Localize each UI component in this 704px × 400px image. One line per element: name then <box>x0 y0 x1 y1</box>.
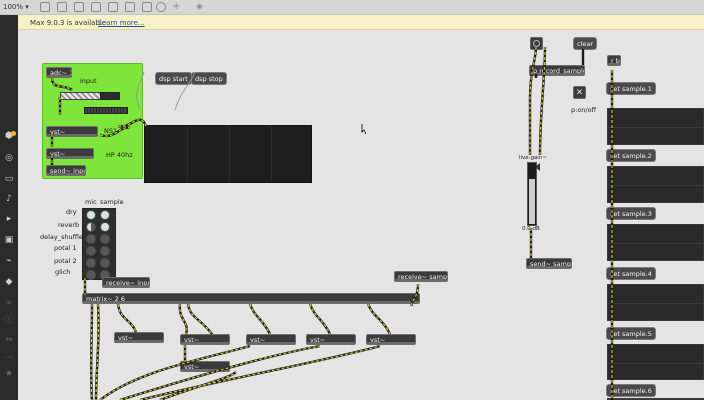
sample-header: sample <box>100 198 124 206</box>
row-label-dry: dry <box>66 208 77 216</box>
receive-sample-object[interactable]: receive~ sample <box>394 271 448 282</box>
dsp-start-button[interactable]: dsp start <box>155 72 192 85</box>
info-icon[interactable]: ⓘ <box>4 316 14 326</box>
matrix-cell[interactable] <box>86 222 96 232</box>
vst-ns1-object[interactable]: vst~ <box>46 126 98 137</box>
message-icon[interactable] <box>108 2 118 12</box>
set-sample-6-button[interactable]: set sample.6 <box>606 384 656 397</box>
vst-object-3[interactable]: vst~ <box>246 334 296 345</box>
matrix-cell[interactable] <box>100 258 110 268</box>
row-label-potal-1: potal 1 <box>54 244 77 252</box>
gain-readout: 0.0 dB <box>522 226 540 232</box>
image-icon[interactable]: ▣ <box>4 235 14 245</box>
matrix-cell[interactable] <box>100 210 110 220</box>
input-label: input <box>80 77 97 85</box>
input-level-meter <box>100 92 120 100</box>
bang-button[interactable] <box>530 37 543 50</box>
spectrum-scope <box>144 125 312 183</box>
dots-icon[interactable]: ⋯ <box>4 353 14 363</box>
vst-hp-object[interactable]: vst~ <box>46 148 94 159</box>
slider-icon[interactable] <box>142 2 152 12</box>
clear-button[interactable]: clear <box>573 37 598 50</box>
vst-object-4[interactable]: vst~ <box>306 334 356 345</box>
update-notice-text: Max 9.0.3 is available <box>30 19 107 27</box>
buffer-display-5[interactable] <box>607 344 704 380</box>
gain-pointer-icon <box>535 163 540 171</box>
toggle-icon[interactable] <box>125 2 135 12</box>
row-label-potal-2: potal 2 <box>54 257 77 265</box>
lock-icon[interactable] <box>40 2 50 12</box>
new-object-icon[interactable] <box>91 2 101 12</box>
set-sample-1-button[interactable]: set sample.1 <box>606 82 656 95</box>
input-gain-slider[interactable] <box>60 92 102 100</box>
vst-object-1[interactable]: vst~ <box>114 332 164 343</box>
star-icon[interactable]: ★ <box>4 369 14 379</box>
matrix-cell[interactable] <box>86 210 96 220</box>
buffer-display-3[interactable] <box>607 224 704 261</box>
matrix-cell[interactable] <box>100 246 110 256</box>
send-sample-object[interactable]: send~ sample <box>526 258 572 269</box>
vst-object-6[interactable]: vst~ <box>180 361 230 372</box>
learn-more-link[interactable]: Learn more... <box>98 19 145 27</box>
row-label-delay-shuffle: delay_shuffle <box>40 233 83 241</box>
live-gain-fill <box>529 179 535 224</box>
p-record-sample-object[interactable]: p record_sample <box>529 65 585 76</box>
update-notice: Max 9.0.3 is available Learn more... <box>18 15 704 30</box>
zoom-selector[interactable]: 100% ▾ <box>3 3 29 11</box>
set-sample-3-button[interactable]: set sample.3 <box>606 207 656 220</box>
link-icon[interactable]: ∞ <box>4 298 14 308</box>
input-level-meter-2 <box>84 107 128 114</box>
target-icon[interactable]: ◎ <box>4 153 14 163</box>
dsp-stop-button[interactable]: dsp stop <box>191 72 227 85</box>
buffer-display-4[interactable] <box>607 284 704 321</box>
row-label-glich: glich <box>55 268 71 276</box>
grid-icon[interactable] <box>74 2 84 12</box>
plus-icon[interactable]: + <box>172 2 182 12</box>
speaker-icon[interactable]: ◆ <box>4 277 14 287</box>
dial-icon[interactable] <box>156 2 166 12</box>
adc-object[interactable]: adc~ 1 <box>46 67 72 78</box>
matrix-cell[interactable] <box>86 246 96 256</box>
bang-icon <box>533 40 540 47</box>
matrix-cell[interactable] <box>86 234 96 244</box>
matrix-cell[interactable] <box>86 270 96 280</box>
matrix-cell[interactable] <box>100 234 110 244</box>
vst-object-2[interactable]: vst~ <box>180 334 230 345</box>
notification-dot <box>11 131 16 136</box>
receive-input-object[interactable]: receive~ input <box>102 277 150 288</box>
browser-icon[interactable]: ▭ <box>4 174 14 184</box>
paperclip-icon[interactable]: ⌁ <box>4 256 14 266</box>
buffer-display-1[interactable] <box>607 108 704 145</box>
set-sample-2-button[interactable]: set sample.2 <box>606 149 656 162</box>
matrix-object[interactable]: matrix~ 2 6 <box>82 293 420 304</box>
rb-object[interactable]: r b <box>607 55 621 66</box>
buffer-display-2[interactable] <box>607 166 704 203</box>
mic-header: mic <box>85 198 97 206</box>
toggle-icon[interactable]: ✕ <box>573 86 586 99</box>
music-note-icon[interactable]: ♪ <box>4 194 14 204</box>
hp-label: HP 40hz <box>106 151 133 159</box>
expand-icon[interactable]: ⇔ <box>4 335 14 345</box>
set-sample-5-button[interactable]: set sample.5 <box>606 327 656 340</box>
vst-object-5[interactable]: vst~ <box>366 334 416 345</box>
patcher-canvas[interactable]: adc~ 1 input vst~ NS1 vst~ HP 40hz send~… <box>18 30 704 400</box>
presentation-icon[interactable] <box>57 2 67 12</box>
set-sample-4-button[interactable]: set sample.4 <box>606 267 656 280</box>
ns1-label: NS1 <box>104 127 118 135</box>
live-gain-slider[interactable] <box>527 162 537 226</box>
matrix-cell[interactable] <box>86 258 96 268</box>
live-gain-label: live.gain~ <box>519 155 547 161</box>
row-label-reverb: reverb <box>58 221 80 229</box>
send-input-object[interactable]: send~ input <box>46 165 86 176</box>
onoff-label: p:on/off <box>571 106 597 114</box>
matrix-cell[interactable] <box>100 222 110 232</box>
left-sidebar: ⬢ ◎ ▭ ♪ ▸ ▣ ⌁ ◆ ∞ ⓘ ⇔ ⋯ ★ <box>0 15 18 400</box>
toolbar: 100% ▾ + ◈ <box>0 0 704 15</box>
paint-icon[interactable]: ◈ <box>196 2 206 12</box>
clip-icon[interactable]: ▸ <box>4 214 14 224</box>
